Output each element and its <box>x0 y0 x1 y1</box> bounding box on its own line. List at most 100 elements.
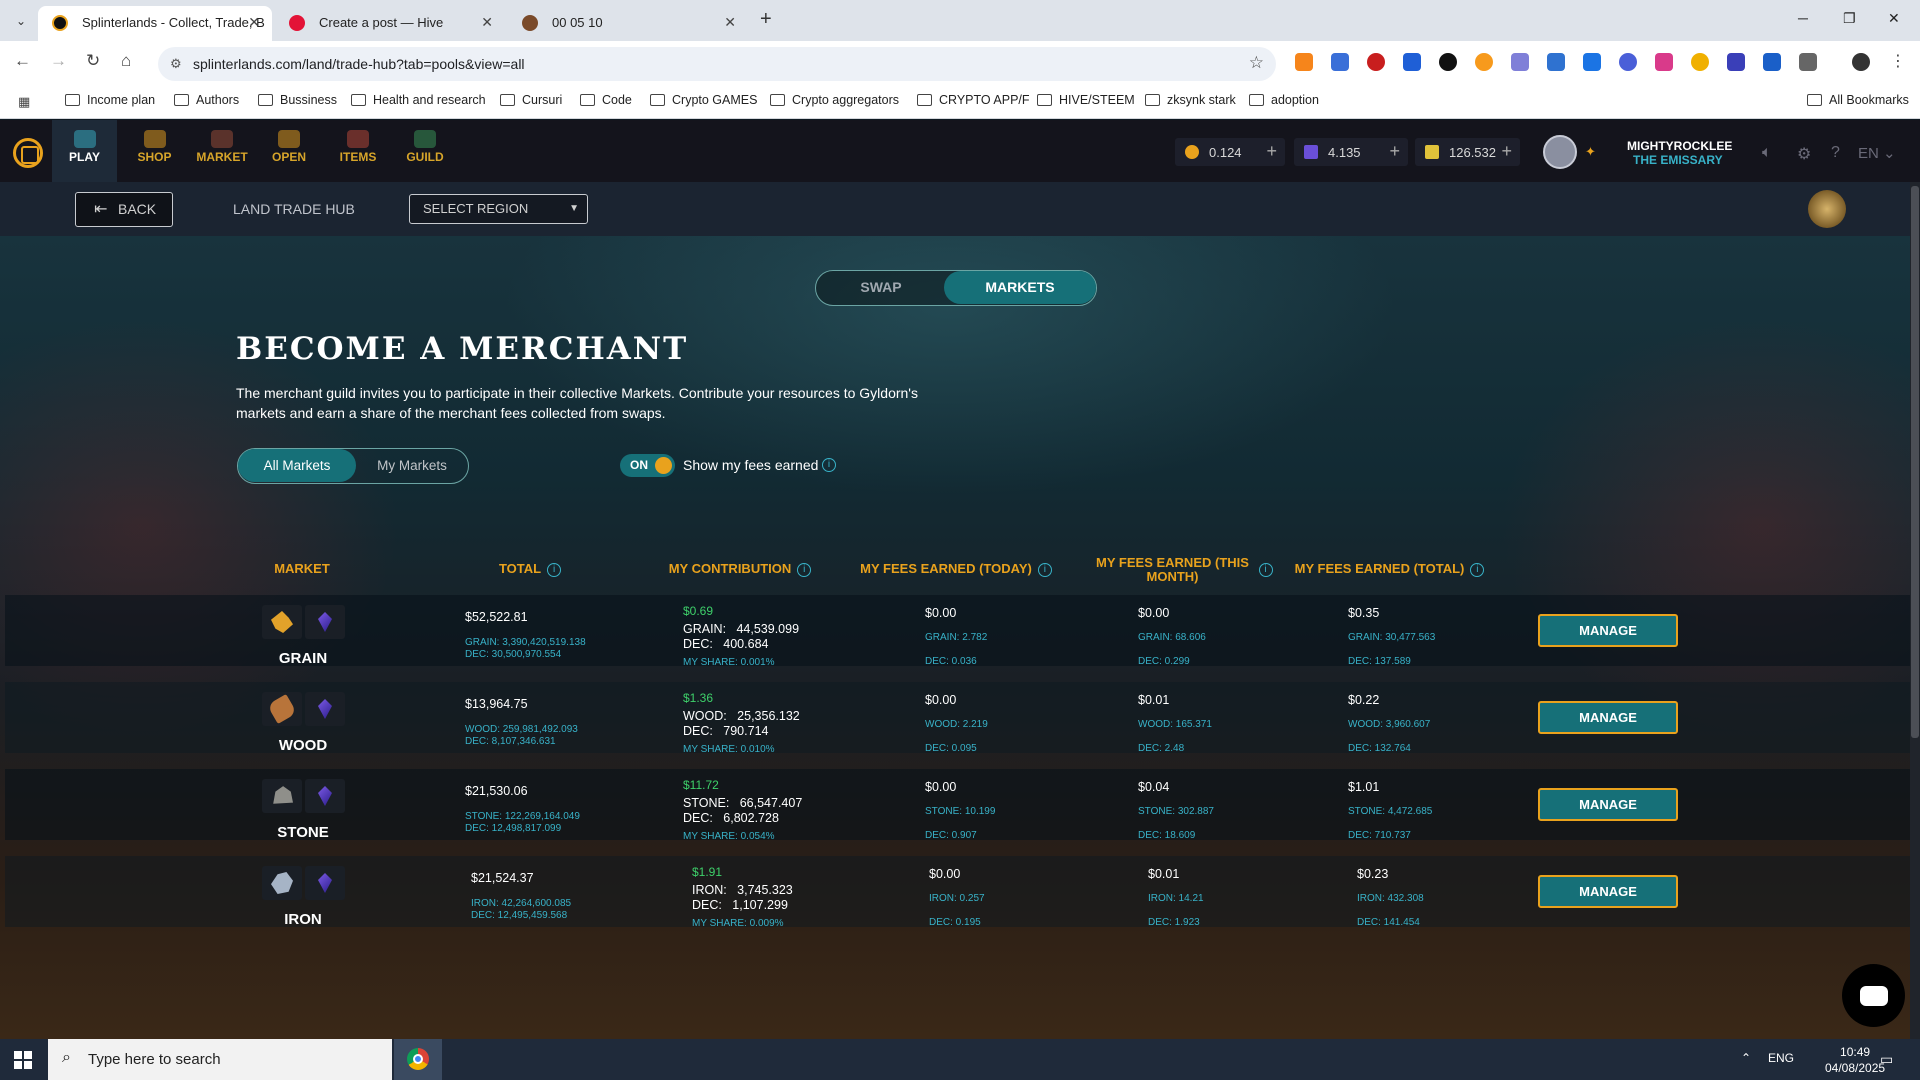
header-label: MARKET <box>274 561 330 576</box>
avatar[interactable] <box>1543 135 1577 169</box>
restore-icon[interactable]: ❐ <box>1843 10 1856 27</box>
forward-arrow-icon[interactable]: → <box>50 51 67 71</box>
site-info-icon[interactable]: ⚙ <box>170 56 182 72</box>
fee-today-usd: $0.00 <box>925 606 957 620</box>
nav-open[interactable]: OPEN <box>264 120 314 182</box>
extension-icon[interactable] <box>1619 53 1637 71</box>
bookmark-folder[interactable]: Bussiness <box>258 93 337 107</box>
info-icon[interactable]: i <box>1470 562 1485 577</box>
bookmark-folder[interactable]: Code <box>580 93 632 107</box>
folder-icon <box>1037 94 1052 106</box>
scrollbar-thumb[interactable] <box>1911 186 1919 738</box>
nav-market[interactable]: MARKET <box>192 120 252 182</box>
extension-icon[interactable] <box>1583 53 1601 71</box>
notification-icon[interactable]: ▭ <box>1880 1051 1893 1068</box>
nav-guild[interactable]: GUILD <box>400 120 450 182</box>
filter-all-markets[interactable]: All Markets <box>238 449 356 482</box>
extension-icon[interactable] <box>1403 53 1421 71</box>
metamask-extension-icon[interactable] <box>1295 53 1313 71</box>
taskbar-clock[interactable]: 10:49 04/08/2025 <box>1825 1044 1885 1076</box>
bookmark-star-icon[interactable]: ☆ <box>1249 53 1264 73</box>
bookmark-folder[interactable]: Cursuri <box>500 93 562 107</box>
chat-support-button[interactable] <box>1842 964 1905 1027</box>
add-dec-plus-icon[interactable]: + <box>1389 141 1400 162</box>
bookmark-folder[interactable]: Authors <box>174 93 239 107</box>
mute-speaker-icon[interactable]: 🔈︎ <box>1762 144 1772 162</box>
splinterlands-logo[interactable] <box>13 138 43 168</box>
browser-tab-bar: ⌄ Splinterlands - Collect, Trade, B ✕ Cr… <box>0 0 1920 41</box>
bookmark-folder[interactable]: HIVE/STEEM <box>1037 93 1135 107</box>
bookmark-folder[interactable]: Health and research <box>351 93 486 107</box>
manage-button[interactable]: MANAGE <box>1538 875 1678 908</box>
tab-search-chevron-icon[interactable]: ⌄ <box>10 10 32 32</box>
close-tab-icon[interactable]: ✕ <box>481 6 493 39</box>
info-icon[interactable]: i <box>822 458 836 472</box>
extension-icon[interactable] <box>1763 53 1781 71</box>
add-sps-plus-icon[interactable]: + <box>1501 141 1512 162</box>
gear-icon[interactable]: ⚙ <box>1797 144 1811 164</box>
browser-menu-icon[interactable]: ⋮ <box>1889 53 1907 71</box>
fee-month-dec: DEC: 0.299 <box>1138 656 1190 667</box>
close-tab-icon[interactable]: ✕ <box>248 6 260 39</box>
bookmark-label: Income plan <box>87 93 156 107</box>
bookmark-folder[interactable]: Crypto aggregators <box>770 93 899 107</box>
back-button[interactable]: ⇤ BACK <box>75 192 173 227</box>
new-tab-plus-icon[interactable]: + <box>760 8 772 31</box>
bookmark-folder[interactable]: CRYPTO APP/F <box>917 93 1030 107</box>
windows-start-icon[interactable] <box>14 1051 32 1069</box>
extensions-puzzle-icon[interactable] <box>1799 53 1817 71</box>
extension-icon[interactable] <box>1547 53 1565 71</box>
taskbar-search[interactable]: ⌕ Type here to search <box>48 1039 392 1080</box>
tab-swap[interactable]: SWAP <box>816 271 946 304</box>
manage-button[interactable]: MANAGE <box>1538 614 1678 647</box>
browser-tab-splinterlands[interactable]: Splinterlands - Collect, Trade, B ✕ <box>38 6 272 41</box>
extension-icon[interactable] <box>1475 53 1493 71</box>
filter-my-markets[interactable]: My Markets <box>356 449 468 482</box>
info-icon[interactable]: i <box>1037 562 1052 577</box>
bookmark-folder[interactable]: Income plan <box>65 93 155 107</box>
show-fees-switch[interactable]: ON <box>620 454 675 477</box>
back-arrow-icon[interactable]: ← <box>14 51 31 71</box>
bookmark-folder[interactable]: adoption <box>1249 93 1319 107</box>
profile-avatar-icon[interactable] <box>1852 53 1870 71</box>
bookmark-folder[interactable]: Crypto GAMES <box>650 93 757 107</box>
close-window-icon[interactable]: ✕ <box>1888 10 1900 27</box>
minimize-icon[interactable]: ─ <box>1798 10 1808 26</box>
input-language[interactable]: ENG <box>1768 1051 1794 1065</box>
browser-tab-timer[interactable]: 00 05 10 ✕ <box>508 6 748 41</box>
chrome-taskbar-button[interactable] <box>394 1039 442 1080</box>
extension-icon[interactable] <box>1439 53 1457 71</box>
info-icon[interactable]: i <box>797 562 812 577</box>
market-total: $21,524.37 <box>471 871 534 885</box>
reload-icon[interactable]: ↻ <box>86 51 100 71</box>
region-select[interactable]: SELECT REGION ▼ <box>409 194 588 224</box>
extension-icon[interactable] <box>1331 53 1349 71</box>
extension-icon[interactable] <box>1511 53 1529 71</box>
extension-icon[interactable] <box>1691 53 1709 71</box>
nav-play[interactable]: PLAY <box>52 120 117 182</box>
url-omnibox[interactable]: ⚙ splinterlands.com/land/trade-hub?tab=p… <box>158 47 1276 81</box>
close-tab-icon[interactable]: ✕ <box>724 6 736 39</box>
manage-button[interactable]: MANAGE <box>1538 788 1678 821</box>
add-credits-plus-icon[interactable]: + <box>1266 141 1277 162</box>
land-guild-emblem-icon[interactable] <box>1808 190 1846 228</box>
nav-shop[interactable]: SHOP <box>127 120 182 182</box>
tray-chevron-up-icon[interactable]: ⌃ <box>1741 1051 1751 1065</box>
apps-grid-icon[interactable]: ▦ <box>18 94 30 110</box>
market-icon <box>211 130 233 148</box>
username[interactable]: MIGHTYROCKLEE <box>1627 139 1732 153</box>
home-icon[interactable]: ⌂ <box>121 51 131 71</box>
bookmark-folder[interactable]: zksynk stark <box>1145 93 1236 107</box>
extension-icon[interactable] <box>1655 53 1673 71</box>
browser-tab-hive[interactable]: Create a post — Hive ✕ <box>275 6 505 41</box>
info-icon[interactable]: i <box>547 562 562 577</box>
info-icon[interactable]: i <box>1258 563 1273 577</box>
all-bookmarks[interactable]: All Bookmarks <box>1807 93 1909 107</box>
extension-icon[interactable] <box>1727 53 1745 71</box>
manage-button[interactable]: MANAGE <box>1538 701 1678 734</box>
extension-icon[interactable] <box>1367 53 1385 71</box>
nav-items[interactable]: ITEMS <box>333 120 383 182</box>
tab-markets[interactable]: MARKETS <box>944 271 1096 304</box>
help-icon[interactable]: ? <box>1831 144 1840 162</box>
language-select[interactable]: EN ⌄ <box>1858 144 1896 162</box>
